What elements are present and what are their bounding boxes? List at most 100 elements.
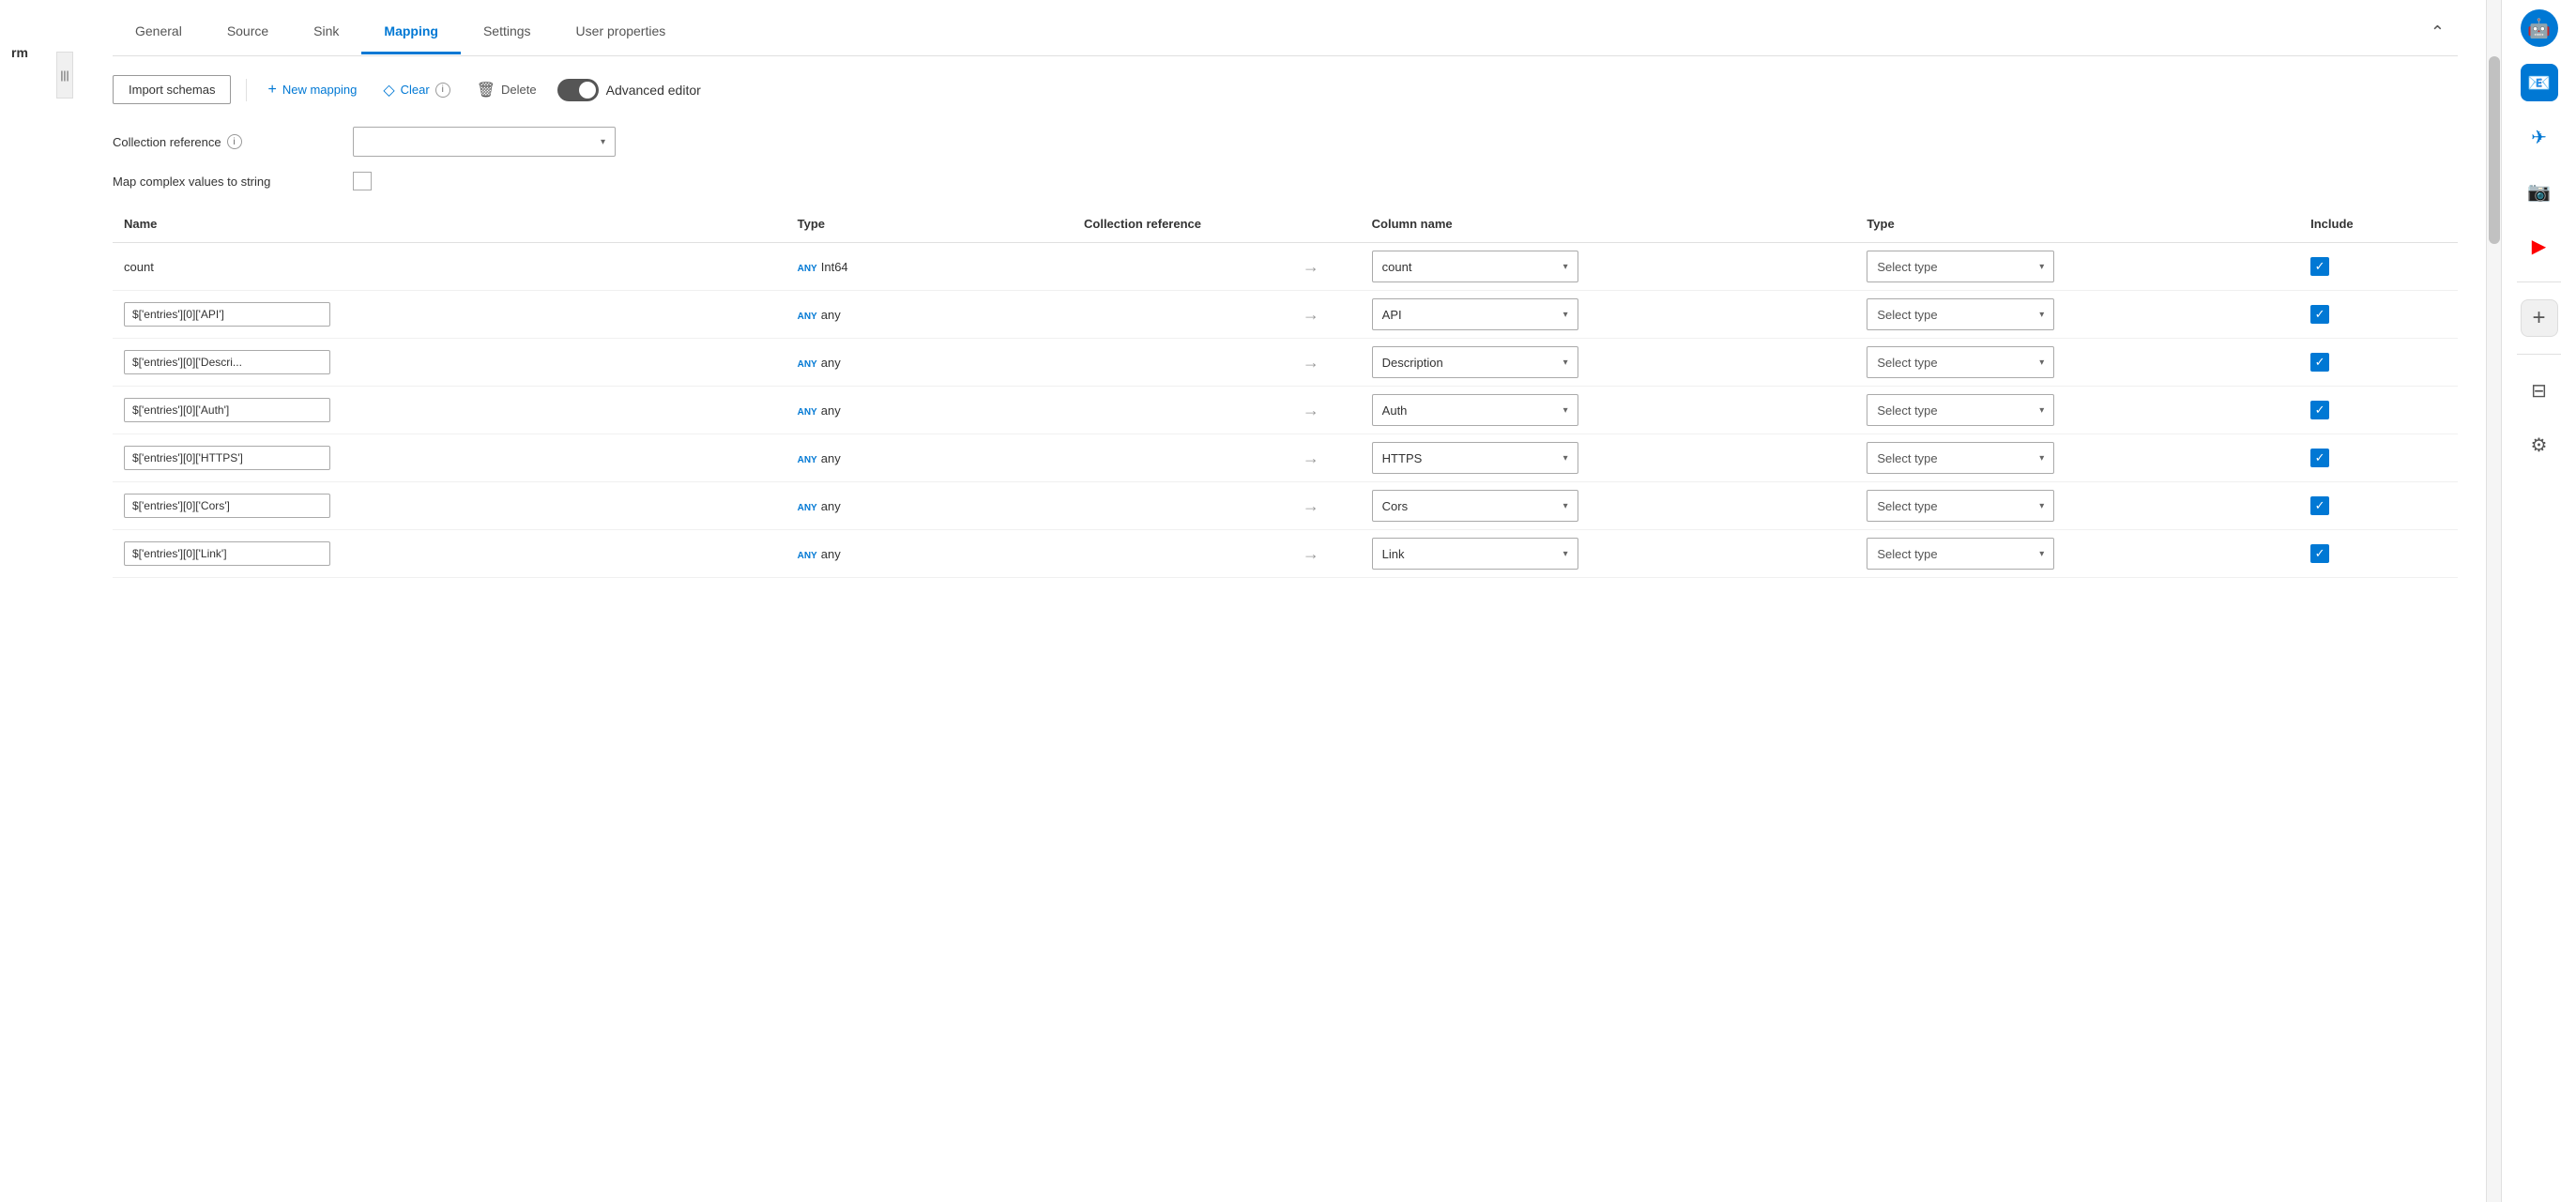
name-cell-input[interactable] — [124, 398, 330, 422]
clear-info-icon[interactable]: i — [435, 83, 450, 98]
tab-general[interactable]: General — [113, 10, 205, 54]
type-select-cell: Select type▾ — [1855, 530, 2299, 578]
column-name-cell: count▾ — [1361, 243, 1856, 291]
new-mapping-button[interactable]: + New mapping — [262, 78, 362, 102]
include-cell: ✓ — [2299, 482, 2458, 530]
type-select-dropdown[interactable]: Select type▾ — [1867, 298, 2054, 330]
tab-sink[interactable]: Sink — [291, 10, 361, 54]
type-select-dropdown[interactable]: Select type▾ — [1867, 538, 2054, 570]
left-collapse-handle[interactable]: ||| — [56, 52, 73, 99]
copilot-icon[interactable]: 🤖 — [2521, 9, 2558, 47]
chevron-down-icon: ▾ — [2039, 501, 2044, 511]
name-cell-input[interactable] — [124, 302, 330, 327]
toggle-knob — [579, 82, 596, 99]
type-select-dropdown[interactable]: Select type▾ — [1867, 442, 2054, 474]
tab-settings[interactable]: Settings — [461, 10, 554, 54]
column-name-dropdown[interactable]: Auth▾ — [1372, 394, 1578, 426]
type-cell: ANY any — [786, 530, 1024, 578]
table-body: countANYInt64→count▾Select type▾✓ANYany→… — [113, 243, 2458, 578]
collection-ref-cell — [1024, 434, 1261, 482]
collection-ref-cell — [1024, 243, 1261, 291]
instagram-icon[interactable]: 📷 — [2521, 173, 2558, 210]
collection-ref-cell — [1024, 530, 1261, 578]
tab-user-properties[interactable]: User properties — [554, 10, 689, 54]
tab-mapping[interactable]: Mapping — [361, 10, 461, 54]
type-select-cell: Select type▾ — [1855, 387, 2299, 434]
collection-reference-row: Collection reference i ▾ — [113, 127, 2458, 157]
table-header: Name Type Collection reference Column na… — [113, 209, 2458, 243]
scrollbar-thumb[interactable] — [2489, 56, 2500, 244]
toggle-switch-control[interactable] — [557, 79, 599, 101]
scrollbar-track[interactable] — [2486, 0, 2501, 1202]
type-badge: ANY — [798, 407, 817, 418]
tabs-left: General Source Sink Mapping Settings Use… — [113, 10, 688, 54]
type-select-cell: Select type▾ — [1855, 291, 2299, 339]
collection-ref-cell — [1024, 387, 1261, 434]
sidebar-divider-1 — [2517, 281, 2561, 282]
collection-info-icon[interactable]: i — [227, 134, 242, 149]
include-checkbox[interactable]: ✓ — [2310, 544, 2329, 563]
add-sidebar-button[interactable]: + — [2521, 299, 2558, 337]
collection-reference-dropdown[interactable]: ▾ — [353, 127, 616, 157]
settings-icon[interactable]: ⚙ — [2521, 426, 2558, 464]
chevron-down-icon: ▾ — [2039, 310, 2044, 320]
outlook-icon[interactable]: 📧 — [2521, 64, 2558, 101]
type-select-value: Select type — [1877, 260, 1937, 274]
collection-ref-cell — [1024, 482, 1261, 530]
clear-button[interactable]: ◇ Clear i — [377, 77, 455, 103]
column-name-dropdown[interactable]: Link▾ — [1372, 538, 1578, 570]
include-cell: ✓ — [2299, 387, 2458, 434]
arrow-cell: → — [1261, 387, 1361, 434]
type-badge: ANY — [798, 455, 817, 465]
column-name-value: Cors — [1382, 499, 1408, 513]
col-header-type2: Type — [1855, 209, 2299, 243]
map-complex-label: Map complex values to string — [113, 175, 338, 189]
tab-source[interactable]: Source — [205, 10, 291, 54]
column-name-dropdown[interactable]: Description▾ — [1372, 346, 1578, 378]
window-icon[interactable]: ⊟ — [2521, 372, 2558, 409]
type-value: any — [821, 403, 841, 418]
import-schemas-button[interactable]: Import schemas — [113, 75, 231, 104]
chevron-down-icon: ▾ — [2039, 405, 2044, 416]
type-select-dropdown[interactable]: Select type▾ — [1867, 394, 2054, 426]
include-checkbox[interactable]: ✓ — [2310, 257, 2329, 276]
type-select-value: Select type — [1877, 499, 1937, 513]
type-select-dropdown[interactable]: Select type ▾ — [1867, 490, 2054, 522]
column-name-dropdown[interactable]: Cors▾ — [1372, 490, 1578, 522]
name-cell-input[interactable] — [124, 350, 330, 374]
include-checkbox[interactable]: ✓ — [2310, 353, 2329, 372]
paper-plane-icon[interactable]: ✈ — [2521, 118, 2558, 156]
include-checkbox[interactable]: ✓ — [2310, 305, 2329, 324]
youtube-icon[interactable]: ▶ — [2521, 227, 2558, 265]
type-value: Int64 — [821, 260, 848, 274]
include-checkbox[interactable]: ✓ — [2310, 496, 2329, 515]
name-cell-input[interactable] — [124, 446, 330, 470]
name-cell-input[interactable] — [124, 494, 330, 518]
chevron-down-icon: ▾ — [1563, 262, 1568, 272]
name-cell-input[interactable] — [124, 541, 330, 566]
column-name-dropdown[interactable]: API▾ — [1372, 298, 1578, 330]
trash-icon: 🗑 — [477, 81, 495, 99]
advanced-editor-label: Advanced editor — [606, 83, 701, 98]
collection-ref-cell — [1024, 291, 1261, 339]
toolbar-separator-1 — [246, 79, 247, 101]
column-name-dropdown[interactable]: HTTPS▾ — [1372, 442, 1578, 474]
chevron-down-icon: ▾ — [1563, 405, 1568, 416]
left-label: rm — [0, 38, 39, 68]
chevron-down-icon: ▾ — [2039, 453, 2044, 464]
column-name-cell: HTTPS▾ — [1361, 434, 1856, 482]
include-cell: ✓ — [2299, 434, 2458, 482]
type-select-dropdown[interactable]: Select type▾ — [1867, 251, 2054, 282]
type-select-dropdown[interactable]: Select type▾ — [1867, 346, 2054, 378]
include-checkbox[interactable]: ✓ — [2310, 401, 2329, 419]
type-badge: ANY — [798, 551, 817, 561]
sidebar-divider-2 — [2517, 354, 2561, 355]
include-checkbox[interactable]: ✓ — [2310, 449, 2329, 467]
column-name-cell: Description▾ — [1361, 339, 1856, 387]
type-value: any — [821, 547, 841, 561]
column-name-dropdown[interactable]: count▾ — [1372, 251, 1578, 282]
tab-collapse-button[interactable]: ⌃ — [2417, 9, 2458, 55]
col-header-arrow — [1261, 209, 1361, 243]
delete-button[interactable]: 🗑 Delete — [471, 77, 542, 103]
map-complex-checkbox[interactable] — [353, 172, 372, 190]
